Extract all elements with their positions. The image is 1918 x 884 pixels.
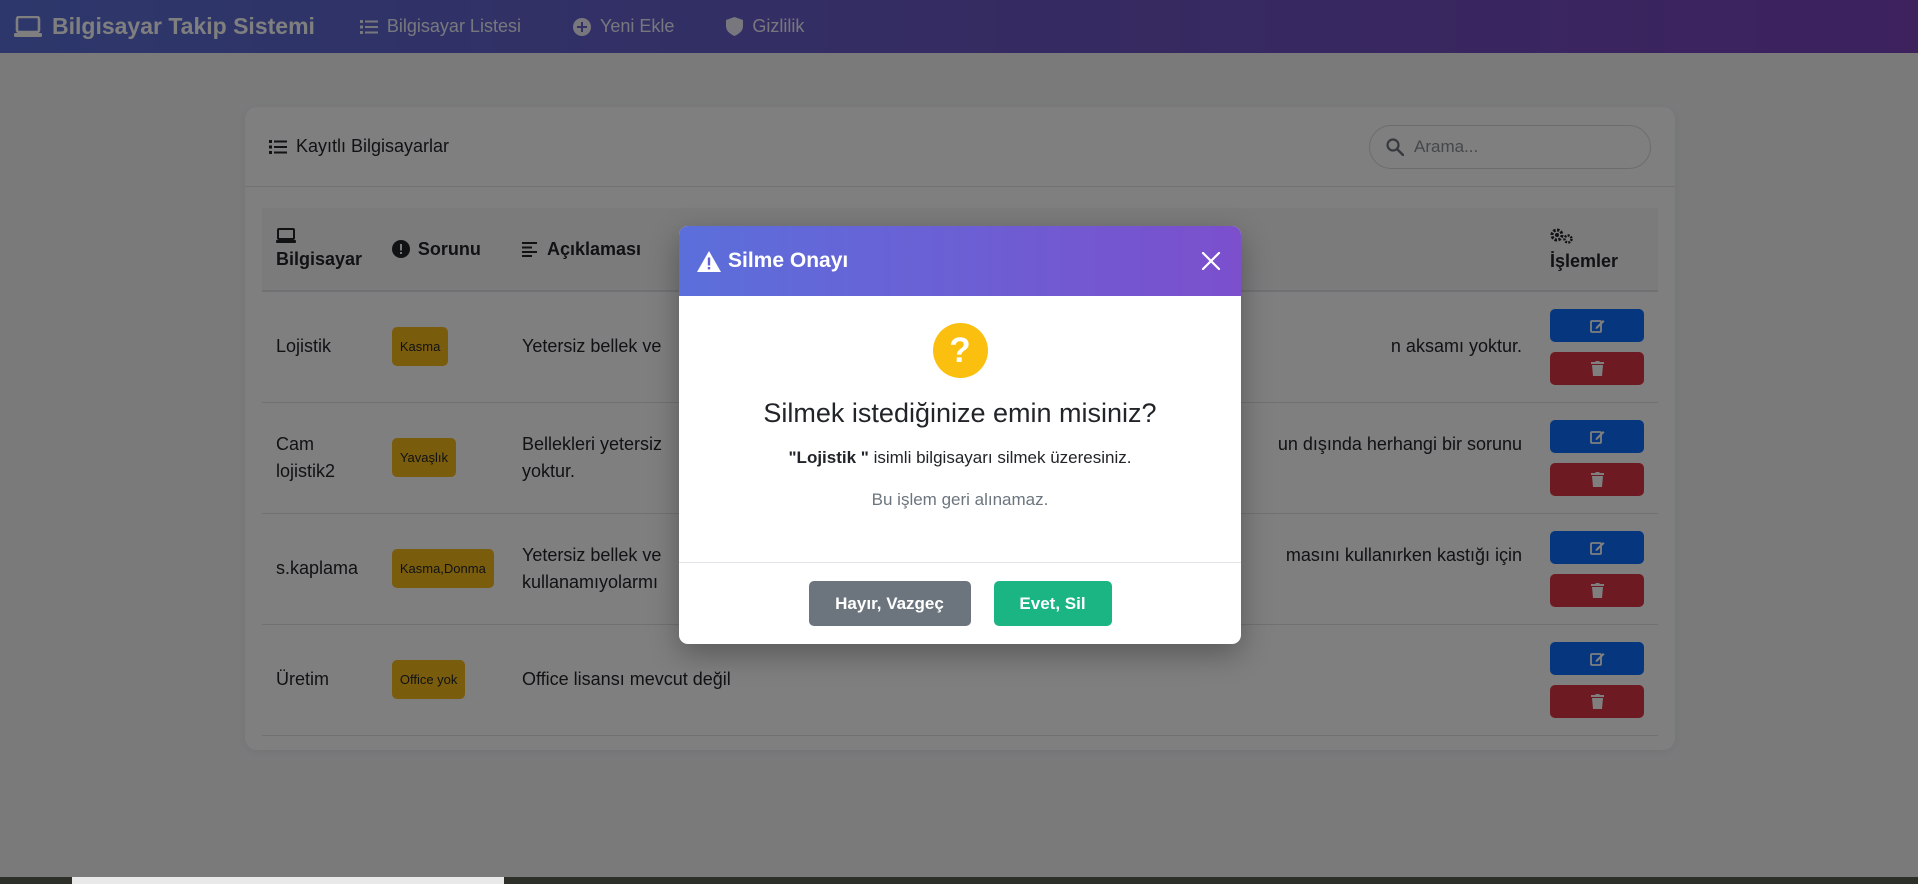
close-icon [1201,251,1221,271]
message-suffix: isimli bilgisayarı silmek üzeresiniz. [868,448,1132,467]
bottom-panel [72,877,504,884]
modal-heading: Silmek istediğinize emin misiniz? [763,398,1157,428]
modal-title-text: Silme Onayı [728,249,849,272]
modal-note: Bu işlem geri alınamaz. [871,490,1049,509]
question-icon: ? [932,323,988,378]
modal-footer: Hayır, Vazgeç Evet, Sil [679,563,1241,644]
close-button[interactable] [1197,247,1225,275]
delete-confirm-modal: Silme Onayı ? Silmek istediğinize emin m… [679,226,1241,644]
item-name: "Lojistik " [788,448,869,467]
modal-message: "Lojistik " isimli bilgisayarı silmek üz… [789,448,1132,468]
modal-body: ? Silmek istediğinize emin misiniz? "Loj… [679,296,1241,563]
modal-title: Silme Onayı [697,249,848,273]
cancel-button[interactable]: Hayır, Vazgeç [808,581,971,626]
modal-header: Silme Onayı [679,226,1241,296]
confirm-delete-button[interactable]: Evet, Sil [993,581,1112,626]
warning-triangle-icon [697,250,721,272]
